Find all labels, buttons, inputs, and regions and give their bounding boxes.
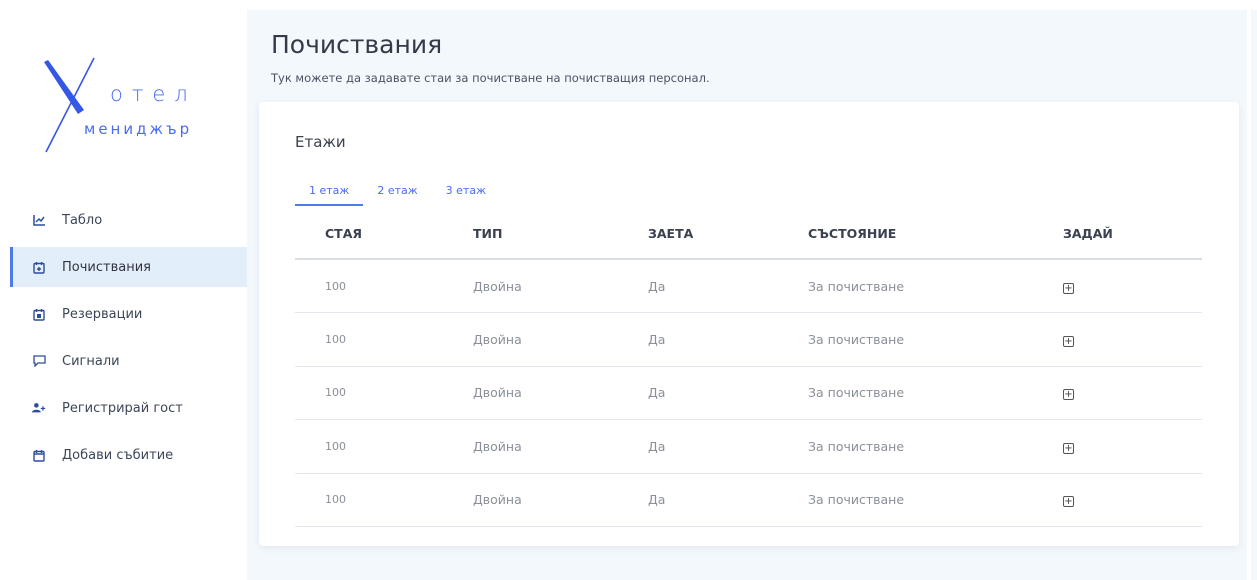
calendar-check-icon xyxy=(32,307,46,321)
cell-assign: + xyxy=(1033,259,1202,313)
cell-type: Двойна xyxy=(443,312,618,367)
calendar-plus-icon xyxy=(32,260,46,274)
cell-assign: + xyxy=(1033,419,1202,474)
sidebar-item-label: Добави събитие xyxy=(62,447,174,463)
comment-icon xyxy=(32,354,46,368)
column-header-type: ТИП xyxy=(443,209,618,260)
cell-assign: + xyxy=(1033,366,1202,420)
chart-line-icon xyxy=(32,213,46,227)
logo-text-bottom: мениджър xyxy=(84,120,193,138)
main-content: Почиствания Тук можете да задавате стаи … xyxy=(247,10,1247,580)
cell-assign: + xyxy=(1033,473,1202,527)
sidebar-item-label: Почиствания xyxy=(62,259,151,275)
floor-tabs: 1 етаж 2 етаж 3 етаж xyxy=(295,182,500,206)
tab-floor-2[interactable]: 2 етаж xyxy=(363,182,431,206)
sidebar-item-cleanings[interactable]: Почиствания xyxy=(10,247,247,287)
sidebar-item-label: Сигнали xyxy=(62,353,120,369)
cell-occupied: Да xyxy=(618,259,778,313)
column-header-occupied: ЗАЕТА xyxy=(618,209,778,260)
cell-type: Двойна xyxy=(443,419,618,474)
sidebar-item-add-event[interactable]: Добави събитие xyxy=(10,435,247,475)
table-row: 100 Двойна Да За почистване + xyxy=(295,312,1202,367)
cell-room: 100 xyxy=(295,366,443,420)
plus-square-icon[interactable]: + xyxy=(1063,442,1074,454)
sidebar-item-label: Регистрирай гост xyxy=(62,400,183,416)
floors-card: Етажи 1 етаж 2 етаж 3 етаж СТАЯ ТИП ЗАЕТ… xyxy=(259,102,1239,546)
tab-floor-1[interactable]: 1 етаж xyxy=(295,182,364,206)
cell-room: 100 xyxy=(295,473,443,527)
table-row: 100 Двойна Да За почистване + xyxy=(295,259,1202,313)
sidebar-item-register-guest[interactable]: Регистрирай гост xyxy=(10,388,247,428)
table-row: 100 Двойна Да За почистване + xyxy=(295,366,1202,420)
calendar-icon xyxy=(32,448,46,462)
cell-type: Двойна xyxy=(443,366,618,420)
sidebar-nav: Табло Почиствания Резервации Сигнали Рег… xyxy=(10,200,247,482)
cell-status: За почистване xyxy=(778,312,1033,367)
cell-occupied: Да xyxy=(618,473,778,527)
page-title: Почиствания xyxy=(271,30,443,59)
column-header-status: СЪСТОЯНИЕ xyxy=(778,209,1033,260)
sidebar-item-signals[interactable]: Сигнали xyxy=(10,341,247,381)
sidebar-item-label: Резервации xyxy=(62,306,143,322)
logo-text-top: отел xyxy=(110,82,197,106)
cell-status: За почистване xyxy=(778,419,1033,474)
cell-status: За почистване xyxy=(778,259,1033,313)
cell-room: 100 xyxy=(295,419,443,474)
rooms-table: СТАЯ ТИП ЗАЕТА СЪСТОЯНИЕ ЗАДАЙ 100 Двойн… xyxy=(295,209,1202,527)
table-header-row: СТАЯ ТИП ЗАЕТА СЪСТОЯНИЕ ЗАДАЙ xyxy=(295,209,1202,260)
column-header-room: СТАЯ xyxy=(295,209,443,260)
cell-occupied: Да xyxy=(618,366,778,420)
cell-occupied: Да xyxy=(618,312,778,367)
plus-square-icon[interactable]: + xyxy=(1063,496,1074,508)
cell-room: 100 xyxy=(295,312,443,367)
user-plus-icon xyxy=(32,401,46,415)
cell-type: Двойна xyxy=(443,473,618,527)
card-title: Етажи xyxy=(295,133,346,151)
table-row: 100 Двойна Да За почистване + xyxy=(295,419,1202,474)
cell-type: Двойна xyxy=(443,259,618,313)
cell-occupied: Да xyxy=(618,419,778,474)
sidebar-item-dashboard[interactable]: Табло xyxy=(10,200,247,240)
sidebar-item-label: Табло xyxy=(62,212,103,228)
cell-assign: + xyxy=(1033,312,1202,367)
cell-room: 100 xyxy=(295,259,443,313)
page-subtitle: Тук можете да задавате стаи за почистван… xyxy=(271,71,710,85)
tab-floor-3[interactable]: 3 етаж xyxy=(432,182,500,206)
cell-status: За почистване xyxy=(778,473,1033,527)
table-row: 100 Двойна Да За почистване + xyxy=(295,473,1202,527)
hotel-manager-logo[interactable]: отел мениджър xyxy=(44,48,204,158)
cell-status: За почистване xyxy=(778,366,1033,420)
plus-square-icon[interactable]: + xyxy=(1063,282,1074,294)
plus-square-icon[interactable]: + xyxy=(1063,389,1074,401)
page-scrollbar[interactable] xyxy=(1251,10,1257,580)
column-header-assign: ЗАДАЙ xyxy=(1033,209,1202,260)
sidebar-item-reservations[interactable]: Резервации xyxy=(10,294,247,334)
sidebar: отел мениджър Табло Почиствания Резервац… xyxy=(0,0,247,580)
plus-square-icon[interactable]: + xyxy=(1063,335,1074,347)
